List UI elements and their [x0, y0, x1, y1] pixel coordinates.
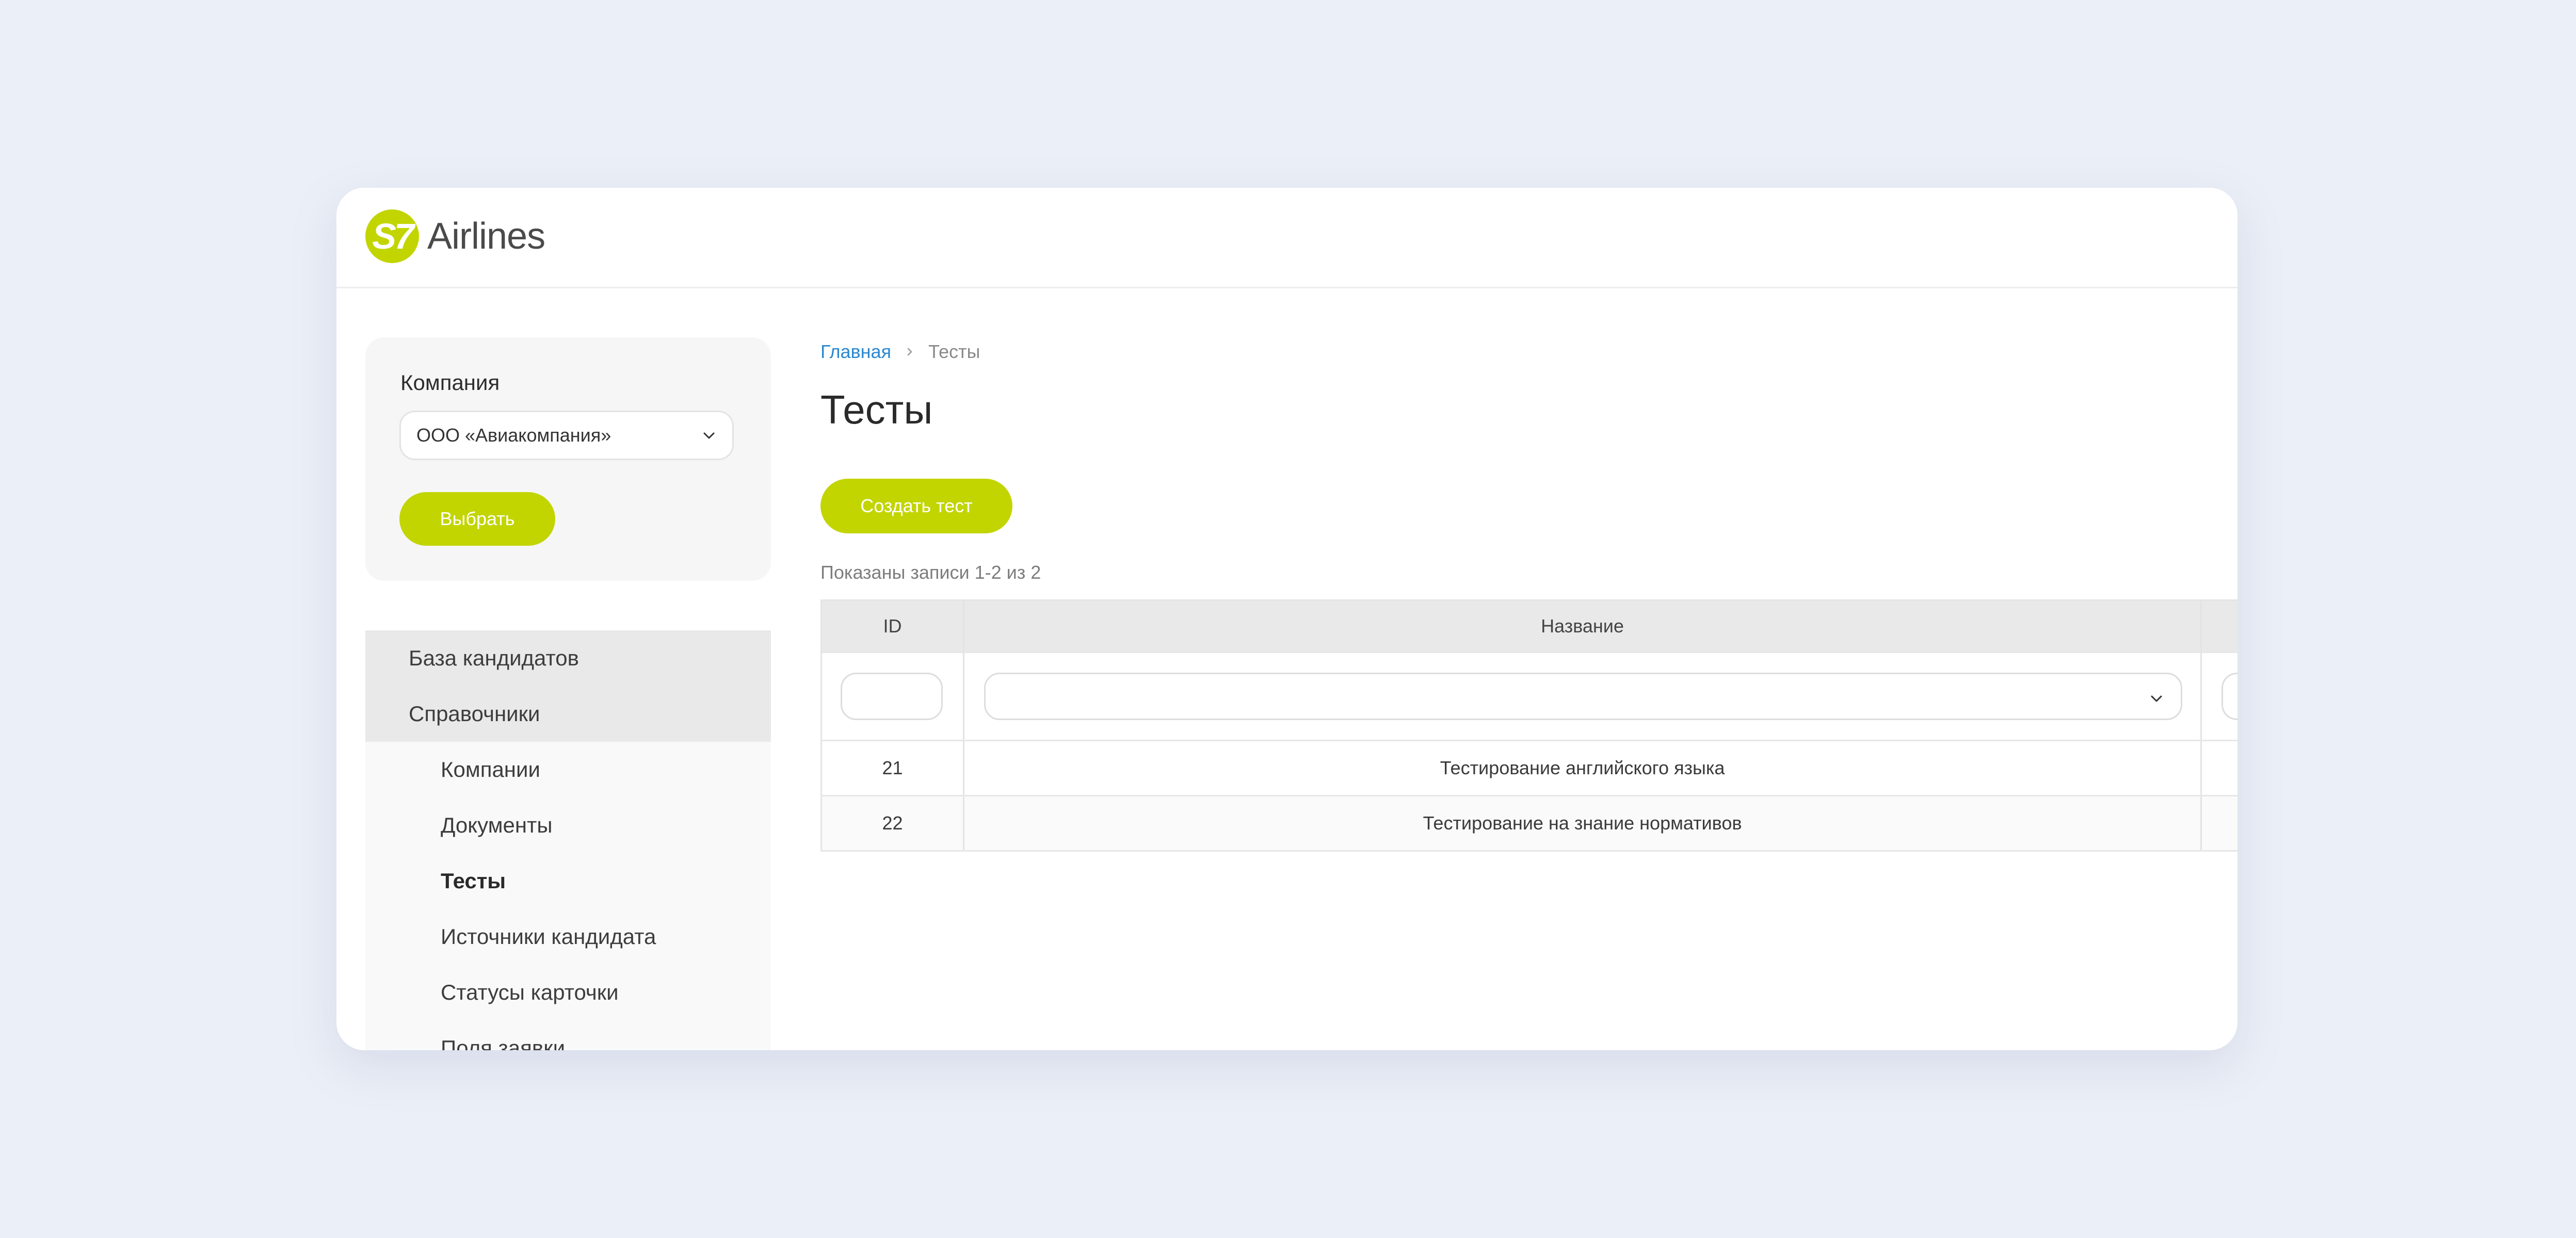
table-row[interactable]: 22 Тестирование на знание нормативов — [822, 796, 2237, 852]
id-filter-input[interactable] — [841, 673, 943, 720]
row-name-cell: Тестирование английского языка — [964, 741, 2202, 795]
sidebar-item-tests[interactable]: Тесты — [365, 853, 771, 909]
chevron-down-icon — [2151, 695, 2162, 702]
sidebar-item-companies[interactable]: Компании — [365, 742, 771, 797]
sidebar-item-candidates[interactable]: База кандидатов — [365, 630, 771, 686]
top-bar: S7 Airlines — [336, 188, 2237, 288]
row-id-cell: 22 — [822, 796, 964, 850]
logo-text: Airlines — [427, 216, 545, 257]
tests-table: ID Название 21 Тестирование английского … — [820, 599, 2237, 852]
row-name-cell: Тестирование на знание нормативов — [964, 796, 2202, 850]
column-header-id[interactable]: ID — [822, 601, 964, 651]
nav-top-group: База кандидатов Справочники — [365, 630, 771, 742]
name-filter-select[interactable] — [984, 673, 2182, 720]
row-id-cell: 21 — [822, 741, 964, 795]
table-header-row: ID Название — [822, 601, 2237, 653]
company-card: Компания ООО «Авиакомпания» Выбрать — [365, 337, 771, 581]
company-select[interactable]: ООО «Авиакомпания» — [399, 411, 734, 460]
company-label: Компания — [400, 370, 500, 395]
extra-filter-input[interactable] — [2221, 673, 2237, 720]
sidebar-item-request-fields[interactable]: Поля заявки — [365, 1020, 771, 1050]
breadcrumb-current: Тесты — [928, 341, 980, 362]
column-header-extra — [2202, 601, 2237, 651]
breadcrumb-home-link[interactable]: Главная — [820, 337, 891, 366]
app-window: S7 Airlines Компания ООО «Авиакомпания» … — [336, 188, 2237, 1050]
chevron-right-icon — [907, 348, 912, 356]
table-filter-row — [822, 653, 2237, 741]
create-test-button[interactable]: Создать тест — [820, 479, 1012, 533]
page-title: Тесты — [820, 387, 933, 432]
breadcrumb: Главная Тесты — [820, 337, 980, 366]
sidebar-item-candidate-sources[interactable]: Источники кандидата — [365, 909, 771, 965]
table-row[interactable]: 21 Тестирование английского языка — [822, 741, 2237, 796]
company-select-value: ООО «Авиакомпания» — [416, 425, 611, 446]
filter-cell-extra — [2202, 653, 2237, 740]
sidebar-item-references[interactable]: Справочники — [365, 686, 771, 742]
s7-logo-icon: S7 — [365, 209, 419, 263]
sidebar-item-documents[interactable]: Документы — [365, 797, 771, 853]
filter-cell-name — [964, 653, 2202, 740]
filter-cell-id — [822, 653, 964, 740]
records-info: Показаны записи 1-2 из 2 — [820, 562, 1041, 583]
row-extra-cell — [2202, 741, 2237, 795]
sidebar-nav: База кандидатов Справочники Компании Док… — [365, 630, 771, 1050]
sidebar-item-card-statuses[interactable]: Статусы карточки — [365, 965, 771, 1020]
row-extra-cell — [2202, 796, 2237, 850]
chevron-down-icon — [703, 432, 715, 439]
choose-button[interactable]: Выбрать — [399, 492, 555, 546]
column-header-name[interactable]: Название — [964, 601, 2202, 651]
